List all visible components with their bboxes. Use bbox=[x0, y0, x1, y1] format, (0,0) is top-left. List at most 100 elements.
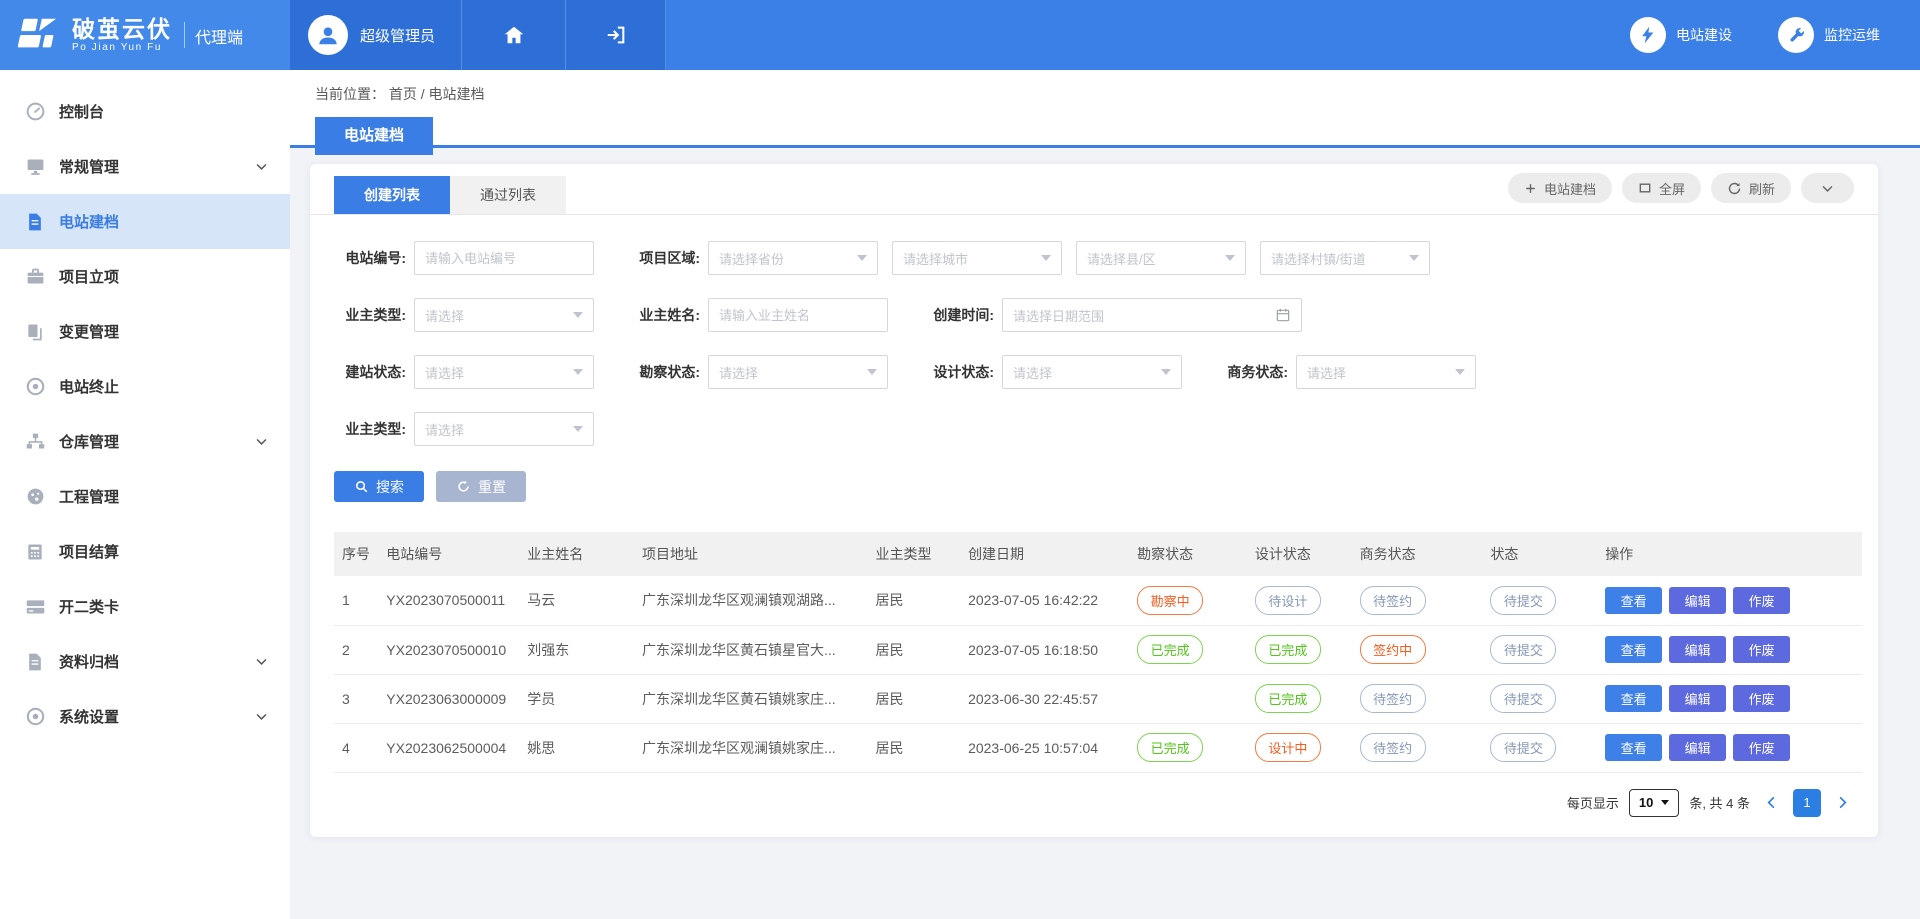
cell-business-status: 签约中 bbox=[1352, 625, 1483, 674]
page-number-1[interactable]: 1 bbox=[1793, 789, 1821, 817]
collapse-toggle-button[interactable] bbox=[1801, 173, 1854, 203]
add-station-button[interactable]: 电站建档 bbox=[1508, 173, 1612, 203]
sidebar-menu: 控制台常规管理电站建档项目立项变更管理电站终止仓库管理工程管理项目结算开二类卡资… bbox=[0, 70, 290, 919]
page-tab-station-archive[interactable]: 电站建档 bbox=[315, 117, 433, 155]
tab-create-list[interactable]: 创建列表 bbox=[334, 176, 450, 214]
sidebar-item-label: 资料归档 bbox=[59, 651, 255, 672]
filter-label: 勘察状态: bbox=[628, 362, 708, 382]
view-button[interactable]: 查看 bbox=[1605, 734, 1662, 761]
tab-passed-list[interactable]: 通过列表 bbox=[450, 176, 566, 214]
monitor-icon bbox=[24, 156, 46, 178]
edit-button[interactable]: 编辑 bbox=[1669, 587, 1726, 614]
brand-subtitle: Po Jian Yun Fu bbox=[72, 43, 172, 54]
document-icon bbox=[24, 651, 46, 673]
caret-down-icon bbox=[1409, 255, 1419, 261]
view-button[interactable]: 查看 bbox=[1605, 587, 1662, 614]
design-status-select[interactable]: 请选择 bbox=[1002, 355, 1182, 389]
edit-button[interactable]: 编辑 bbox=[1669, 685, 1726, 712]
business-status-select[interactable]: 请选择 bbox=[1296, 355, 1476, 389]
sidebar-item-second-class-card[interactable]: 开二类卡 bbox=[0, 579, 290, 634]
region-city-select[interactable]: 请选择城市 bbox=[892, 241, 1062, 275]
sidebar-item-project-approval[interactable]: 项目立项 bbox=[0, 249, 290, 304]
chevron-down-icon bbox=[255, 435, 268, 448]
status-pill: 待签约 bbox=[1360, 684, 1426, 713]
edit-button[interactable]: 编辑 bbox=[1669, 734, 1726, 761]
view-button[interactable]: 查看 bbox=[1605, 636, 1662, 663]
brand: 破茧云伏 Po Jian Yun Fu 代理端 bbox=[0, 0, 290, 70]
caret-down-icon bbox=[1041, 255, 1051, 261]
breadcrumb-path[interactable]: 首页 / 电站建档 bbox=[389, 86, 485, 102]
nav-monitor-ops[interactable]: 监控运维 bbox=[1778, 17, 1880, 53]
status-pill: 签约中 bbox=[1360, 635, 1426, 664]
edit-button[interactable]: 编辑 bbox=[1669, 636, 1726, 663]
filter-label: 电站编号: bbox=[334, 248, 414, 268]
reset-button[interactable]: 重置 bbox=[436, 471, 526, 502]
sidebar-item-data-archive[interactable]: 资料归档 bbox=[0, 634, 290, 689]
void-button[interactable]: 作废 bbox=[1733, 685, 1790, 712]
region-town-select[interactable]: 请选择村镇/街道 bbox=[1260, 241, 1430, 275]
cell-seq: 1 bbox=[334, 576, 378, 625]
cell-design-status: 设计中 bbox=[1247, 723, 1352, 772]
survey-status-select[interactable]: 请选择 bbox=[708, 355, 888, 389]
sidebar-item-label: 开二类卡 bbox=[59, 596, 268, 617]
owner-type-select-2[interactable]: 请选择 bbox=[414, 412, 594, 446]
build-status-select[interactable]: 请选择 bbox=[414, 355, 594, 389]
sidebar-item-console[interactable]: 控制台 bbox=[0, 84, 290, 139]
void-button[interactable]: 作废 bbox=[1733, 636, 1790, 663]
user-name: 超级管理员 bbox=[360, 25, 435, 46]
prev-page-button[interactable] bbox=[1760, 795, 1783, 810]
void-button[interactable]: 作废 bbox=[1733, 734, 1790, 761]
per-page-select[interactable]: 10 bbox=[1629, 789, 1679, 817]
status-pill: 已完成 bbox=[1137, 733, 1203, 762]
owner-name-input[interactable] bbox=[708, 298, 888, 332]
sidebar-item-general-mgmt[interactable]: 常规管理 bbox=[0, 139, 290, 194]
view-button[interactable]: 查看 bbox=[1605, 685, 1662, 712]
fullscreen-button[interactable]: 全屏 bbox=[1622, 173, 1701, 203]
breadcrumb: 当前位置： 首页 / 电站建档 bbox=[315, 84, 1920, 104]
sidebar-item-label: 控制台 bbox=[59, 101, 268, 122]
home-button[interactable] bbox=[462, 0, 566, 70]
sidebar-item-warehouse-mgmt[interactable]: 仓库管理 bbox=[0, 414, 290, 469]
status-pill: 已完成 bbox=[1255, 684, 1321, 713]
next-page-button[interactable] bbox=[1831, 795, 1854, 810]
sidebar-item-system-settings[interactable]: 系统设置 bbox=[0, 689, 290, 744]
sidebar-item-project-settlement[interactable]: 项目结算 bbox=[0, 524, 290, 579]
region-province-select[interactable]: 请选择省份 bbox=[708, 241, 878, 275]
nav-label: 监控运维 bbox=[1824, 25, 1880, 45]
status-pill: 待提交 bbox=[1490, 733, 1556, 762]
filter-label: 项目区域: bbox=[628, 248, 708, 268]
search-button[interactable]: 搜索 bbox=[334, 471, 424, 502]
table-row: 3YX2023063000009学员广东深圳龙华区黄石镇姚家庄...居民2023… bbox=[334, 674, 1862, 723]
cell-survey-status: 已完成 bbox=[1129, 625, 1247, 674]
record-icon bbox=[24, 706, 46, 728]
caret-down-icon bbox=[1161, 369, 1171, 375]
sidebar-item-label: 项目立项 bbox=[59, 266, 268, 287]
table-head-row: 序号电站编号业主姓名项目地址业主类型创建日期勘察状态设计状态商务状态状态操作 bbox=[334, 532, 1862, 576]
total-count-label: 条, 共 4 条 bbox=[1689, 793, 1750, 812]
topbar: 破茧云伏 Po Jian Yun Fu 代理端 超级管理员 电站建设 bbox=[0, 0, 1920, 70]
sidebar-item-station-termination[interactable]: 电站终止 bbox=[0, 359, 290, 414]
portal-label: 代理端 bbox=[195, 22, 243, 48]
station-code-input[interactable] bbox=[414, 241, 594, 275]
status-pill: 待设计 bbox=[1255, 586, 1321, 615]
void-button[interactable]: 作废 bbox=[1733, 587, 1790, 614]
refresh-button[interactable]: 刷新 bbox=[1711, 173, 1791, 203]
sidebar-item-engineering-mgmt[interactable]: 工程管理 bbox=[0, 469, 290, 524]
owner-type-select[interactable]: 请选择 bbox=[414, 298, 594, 332]
sidebar-item-change-mgmt[interactable]: 变更管理 bbox=[0, 304, 290, 359]
current-user[interactable]: 超级管理员 bbox=[290, 0, 462, 70]
region-district-select[interactable]: 请选择县/区 bbox=[1076, 241, 1246, 275]
logout-button[interactable] bbox=[566, 0, 666, 70]
lightning-icon bbox=[1638, 25, 1658, 45]
cell-actions: 查看编辑作废 bbox=[1597, 576, 1862, 625]
nav-station-build[interactable]: 电站建设 bbox=[1630, 17, 1732, 53]
cell-station-code: YX2023063000009 bbox=[378, 674, 519, 723]
create-time-range-input[interactable]: 请选择日期范围 bbox=[1002, 298, 1302, 332]
status-pill: 待提交 bbox=[1490, 635, 1556, 664]
filter-form: 电站编号: 项目区域: 请选择省份请选择城市请选择县/区请选择村镇/街道 业主类… bbox=[310, 215, 1878, 446]
cell-owner-type: 居民 bbox=[867, 576, 960, 625]
sidebar-item-station-archive[interactable]: 电站建档 bbox=[0, 194, 290, 249]
column-header: 创建日期 bbox=[960, 532, 1129, 576]
chevron-down-icon bbox=[255, 655, 268, 668]
filter-label: 建站状态: bbox=[334, 362, 414, 382]
